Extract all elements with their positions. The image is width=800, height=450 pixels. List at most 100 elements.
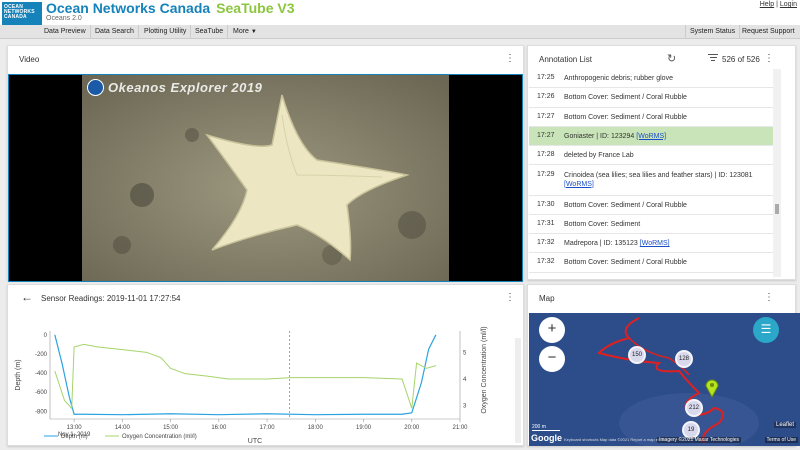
y-axis-title-right: Oxygen Concentration (ml/l) bbox=[481, 326, 488, 413]
app-version: Oceans 2.0 bbox=[46, 15, 82, 22]
y-tick-label-right: 5 bbox=[463, 350, 467, 356]
annotation-time: 17:30 bbox=[537, 200, 555, 208]
annotation-time: 17:29 bbox=[537, 170, 555, 178]
location-marker-icon[interactable] bbox=[705, 378, 719, 398]
annotation-text-body: Anthropogenic debris; rubber glove bbox=[564, 75, 673, 82]
annotation-text-body: Bottom Cover: Sediment bbox=[564, 220, 641, 228]
map-cluster-128[interactable]: 128 bbox=[675, 350, 693, 368]
filter-icon[interactable] bbox=[708, 53, 718, 62]
annotation-text-body: Crinoidea (sea lilies; sea lilies and fe… bbox=[564, 171, 753, 179]
annotation-text-body: Madrepora | ID: 135123 bbox=[564, 240, 638, 248]
menu-request-support[interactable]: Request Support bbox=[738, 25, 799, 39]
zoom-out-button[interactable]: − bbox=[539, 346, 565, 372]
login-link[interactable]: Login bbox=[780, 1, 797, 8]
terms-of-use-link[interactable]: Terms of Use bbox=[764, 437, 798, 443]
annotation-row[interactable]: 17:26 Bottom Cover: Sediment / Coral Rubb… bbox=[529, 88, 773, 108]
annotation-row[interactable]: 17:30 Bottom Cover: Sediment / Coral Rubb… bbox=[529, 196, 773, 215]
sensor-scrollbar[interactable] bbox=[515, 338, 521, 443]
annotation-time: 17:28 bbox=[537, 151, 555, 159]
annotation-time: 17:27 bbox=[537, 112, 555, 120]
layers-button[interactable]: ☰ bbox=[753, 317, 779, 343]
x-tick-label: 21:00 bbox=[452, 425, 468, 431]
x-tick-label: 19:00 bbox=[356, 425, 372, 431]
map-panel: Map ⋮ + − ☰ 150 128 212 19 200 m Leaflet… bbox=[527, 284, 800, 446]
annotation-row[interactable]: 17:27 Goniaster | ID: 123294 [WoRMS] bbox=[529, 126, 773, 147]
map-cluster-150[interactable]: 150 bbox=[628, 346, 646, 364]
depth-series-line bbox=[54, 334, 437, 416]
annotation-text-body: Bottom Cover: Sediment / Coral Rubble bbox=[564, 94, 687, 102]
annotation-text: Madrepora | ID: 135123 [WoRMS] bbox=[564, 239, 769, 248]
scrollbar-thumb[interactable] bbox=[775, 204, 779, 214]
map-data-text: Map data ©2021 bbox=[599, 437, 630, 442]
brand-name: Ocean Networks Canada bbox=[46, 0, 211, 16]
annotation-time: 17:25 bbox=[537, 74, 555, 81]
annotation-title: Annotation List bbox=[539, 55, 592, 64]
annotation-list: 17:25 Anthropogenic debris; rubber glove 1… bbox=[528, 69, 784, 277]
sensor-title: Sensor Readings: 2019-11-01 17:27:54 bbox=[41, 294, 181, 303]
annotation-text: Bottom Cover: Sediment / Coral Rubble bbox=[564, 93, 769, 102]
map-cluster-212[interactable]: 212 bbox=[685, 399, 703, 417]
sensor-menu-icon[interactable]: ⋮ bbox=[504, 291, 516, 305]
legend-depth-label: Depth (m) bbox=[61, 434, 88, 440]
annotation-scrollbar[interactable] bbox=[773, 69, 781, 277]
top-links: Help | Login bbox=[760, 1, 797, 8]
annotation-time: 17:31 bbox=[537, 219, 555, 227]
annotation-text: Bottom Cover: Sediment bbox=[564, 220, 769, 229]
menu-plotting-utility[interactable]: Plotting Utility bbox=[140, 25, 192, 39]
menu-more[interactable]: More ▼ bbox=[229, 25, 261, 39]
brand-title: Ocean Networks Canada SeaTube V3 bbox=[46, 0, 295, 16]
google-logo: Google bbox=[531, 433, 562, 443]
zoom-in-button[interactable]: + bbox=[539, 317, 565, 343]
video-panel: Video ⋮ Okeanos Explorer 2019 bbox=[7, 45, 524, 282]
annotation-menu-icon[interactable]: ⋮ bbox=[763, 52, 775, 66]
annotation-time: 17:27 bbox=[537, 131, 555, 139]
help-link[interactable]: Help bbox=[760, 1, 774, 8]
y-tick-label-left: -200 bbox=[35, 352, 48, 358]
annotation-row[interactable]: 17:32 Bottom Cover: Sediment / Coral Rubb… bbox=[529, 253, 773, 273]
annotation-text-body: Bottom Cover: Sediment / Coral Rubble bbox=[564, 113, 687, 121]
onc-logo[interactable]: OCEAN NETWORKS CANADA bbox=[2, 2, 42, 25]
x-tick-label: 18:00 bbox=[308, 425, 324, 431]
menu-data-search[interactable]: Data Search bbox=[91, 25, 139, 39]
menu-seatube[interactable]: SeaTube bbox=[191, 25, 229, 39]
annotation-row[interactable]: 17:28 deleted by France Lab bbox=[529, 146, 773, 166]
menu-system-status[interactable]: System Status bbox=[685, 25, 741, 39]
video-menu-icon[interactable]: ⋮ bbox=[504, 52, 516, 66]
worms-link[interactable]: [WoRMS] bbox=[640, 240, 670, 247]
refresh-icon[interactable]: ↻ bbox=[667, 52, 676, 65]
worms-link[interactable]: [WoRMS] bbox=[636, 133, 666, 140]
annotation-count: 526 of 526 bbox=[722, 55, 760, 64]
y-tick-label-left: -800 bbox=[35, 409, 48, 415]
leaflet-link[interactable]: Leaflet bbox=[773, 422, 796, 428]
annotation-row[interactable]: 17:31 Bottom Cover: Sediment bbox=[529, 215, 773, 235]
annotation-text: Bottom Cover: Sediment / Coral Rubble bbox=[564, 113, 769, 122]
worms-link[interactable]: [WoRMS] bbox=[564, 181, 594, 188]
video-frame: Okeanos Explorer 2019 bbox=[82, 75, 449, 281]
annotation-text: Anthropogenic debris; rubber glove bbox=[564, 74, 769, 83]
annotation-text: Bottom Cover: Sediment / Coral Rubble bbox=[564, 258, 769, 267]
menu-data-preview[interactable]: Data Preview bbox=[40, 25, 91, 39]
y-tick-label-left: -400 bbox=[35, 371, 48, 377]
annotation-text: Crinoidea (sea lilies; sea lilies and fe… bbox=[564, 171, 769, 189]
keyboard-shortcuts-link[interactable]: Keyboard shortcuts bbox=[564, 437, 598, 442]
sensor-chart[interactable]: 0 -200 -400 -600 -800 3 4 5 13:00 14:00 15:00 16:00… bbox=[8, 309, 513, 447]
map-menu-icon[interactable]: ⋮ bbox=[763, 291, 775, 305]
video-watermark: Okeanos Explorer 2019 bbox=[108, 80, 263, 95]
video-player[interactable]: Okeanos Explorer 2019 bbox=[8, 74, 523, 282]
annotation-text-body: Bottom Cover: Sediment / Coral Rubble bbox=[564, 259, 687, 267]
annotation-row[interactable]: 17:25 Anthropogenic debris; rubber glove bbox=[529, 69, 773, 89]
annotation-row[interactable]: 17:29 Crinoidea (sea lilies; sea lilies a… bbox=[529, 166, 773, 196]
map-view[interactable]: + − ☰ 150 128 212 19 200 m Leaflet Googl… bbox=[529, 313, 800, 446]
video-image bbox=[82, 75, 449, 281]
y-tick-label-right: 4 bbox=[463, 377, 467, 383]
menu-more-label: More bbox=[233, 28, 249, 35]
annotation-row[interactable]: 17:27 Bottom Cover: Sediment / Coral Rubb… bbox=[529, 108, 773, 127]
y-axis-title-left: Depth (m) bbox=[15, 359, 22, 390]
x-tick-label: 13:00 bbox=[67, 425, 83, 431]
annotation-time: 17:32 bbox=[537, 258, 555, 266]
back-arrow-icon[interactable]: ← bbox=[21, 290, 33, 304]
oxygen-series-line bbox=[54, 343, 437, 410]
y-tick-label-right: 3 bbox=[463, 404, 467, 410]
annotation-row[interactable]: 17:32 Madrepora | ID: 135123 [WoRMS] bbox=[529, 234, 773, 254]
video-title: Video bbox=[19, 55, 40, 64]
